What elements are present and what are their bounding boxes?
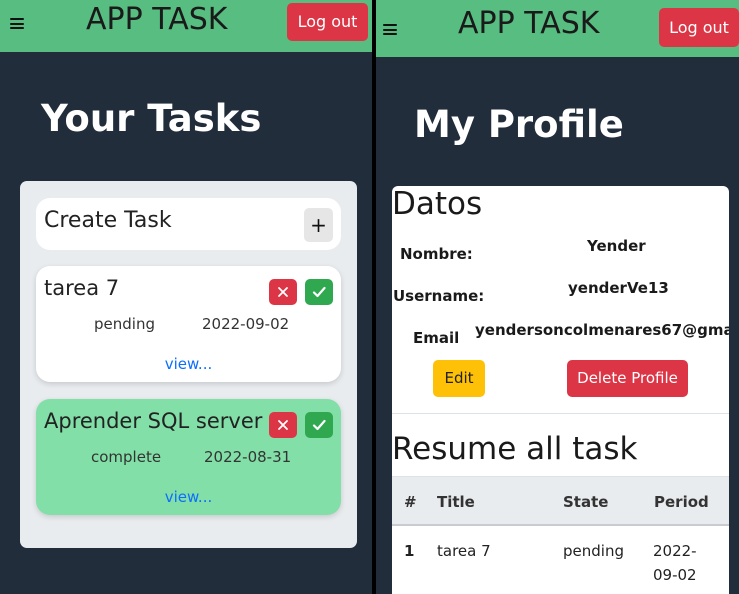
username-label: Username: [393,287,485,305]
task-status: pending [94,315,155,333]
check-icon [312,286,326,298]
delete-task-button[interactable] [269,279,297,305]
task-date: 2022-08-31 [204,448,292,466]
tasks-panel: Create Task + tarea 7 pending 2022-09-02… [20,181,357,548]
divider [392,413,729,414]
row-state: pending [563,542,624,560]
profile-card: Datos Nombre: Yender Username: yenderVe1… [392,186,729,594]
logout-button[interactable]: Log out [287,3,368,41]
column-header-title: Title [437,493,475,511]
row-title: tarea 7 [437,542,491,560]
username-value: yenderVe13 [568,279,669,297]
task-date: 2022-09-02 [202,315,290,333]
delete-task-button[interactable] [269,412,297,438]
task-status: complete [91,448,162,466]
add-task-button[interactable]: + [304,208,333,242]
app-title: APP TASK [458,6,600,41]
resume-title: Resume all task [392,431,638,467]
column-header-state: State [563,493,609,511]
complete-task-button[interactable] [305,279,333,305]
page-title: My Profile [414,103,624,146]
logout-button[interactable]: Log out [659,8,739,47]
create-task-card: Create Task + [36,198,341,250]
navbar: APP TASK Log out [376,0,739,57]
edit-profile-button[interactable]: Edit [433,360,485,397]
email-label: Email [413,329,460,347]
profile-section-title: Datos [392,186,483,222]
view-task-link[interactable]: view... [36,488,341,506]
row-number: 1 [404,542,415,560]
view-task-link[interactable]: view... [36,355,341,373]
app-title: APP TASK [86,2,228,37]
table-header: # Title State Period [392,476,729,526]
close-icon [278,287,288,297]
navbar: APP TASK Log out [0,0,372,52]
column-header-number: # [404,493,417,511]
task-card: Aprender SQL server complete 2022-08-31 … [36,399,341,515]
row-period-continued: 09-02 [653,566,697,584]
close-icon [278,420,288,430]
profile-screen: APP TASK Log out My Profile Datos Nombre… [376,0,739,594]
delete-profile-button[interactable]: Delete Profile [567,360,688,397]
task-title: Aprender SQL server [44,409,263,433]
tasks-screen: APP TASK Log out Your Tasks Create Task … [0,0,372,594]
task-card: tarea 7 pending 2022-09-02 view... [36,266,341,382]
row-period: 2022- [653,542,697,560]
nombre-label: Nombre: [400,245,473,263]
hamburger-icon[interactable] [10,18,24,29]
nombre-value: Yender [587,237,646,255]
check-icon [312,419,326,431]
complete-task-button[interactable] [305,412,333,438]
create-task-label: Create Task [44,208,172,233]
hamburger-icon[interactable] [383,24,397,35]
page-title: Your Tasks [41,97,262,140]
column-header-period: Period [654,493,709,511]
email-value: yendersoncolmenares67@gmail.com [475,321,729,339]
task-title: tarea 7 [44,276,120,300]
